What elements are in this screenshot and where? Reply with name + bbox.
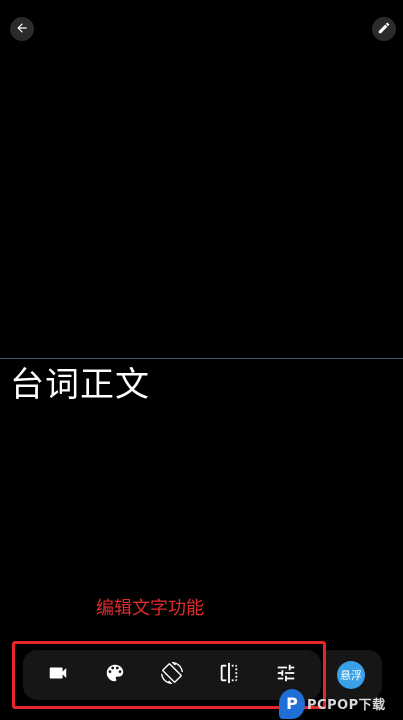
annotation-label: 编辑文字功能 xyxy=(96,598,204,619)
edit-text-button[interactable] xyxy=(372,17,396,41)
pencil-icon xyxy=(377,20,391,39)
back-button[interactable] xyxy=(10,17,34,41)
float-window-button[interactable]: 悬浮 xyxy=(337,661,365,689)
reading-guide-line xyxy=(0,358,403,359)
script-text[interactable]: 台词正文 xyxy=(10,364,150,406)
watermark-text: PCPOP下载 xyxy=(307,698,386,713)
watermark-badge: P xyxy=(279,688,305,719)
arrow-left-icon xyxy=(15,20,29,39)
teleprompter-screen: 台词正文 编辑文字功能 悬浮 P PCPOP下载 xyxy=(0,0,403,720)
watermark-logo: P PCPOP下载 xyxy=(279,687,403,720)
